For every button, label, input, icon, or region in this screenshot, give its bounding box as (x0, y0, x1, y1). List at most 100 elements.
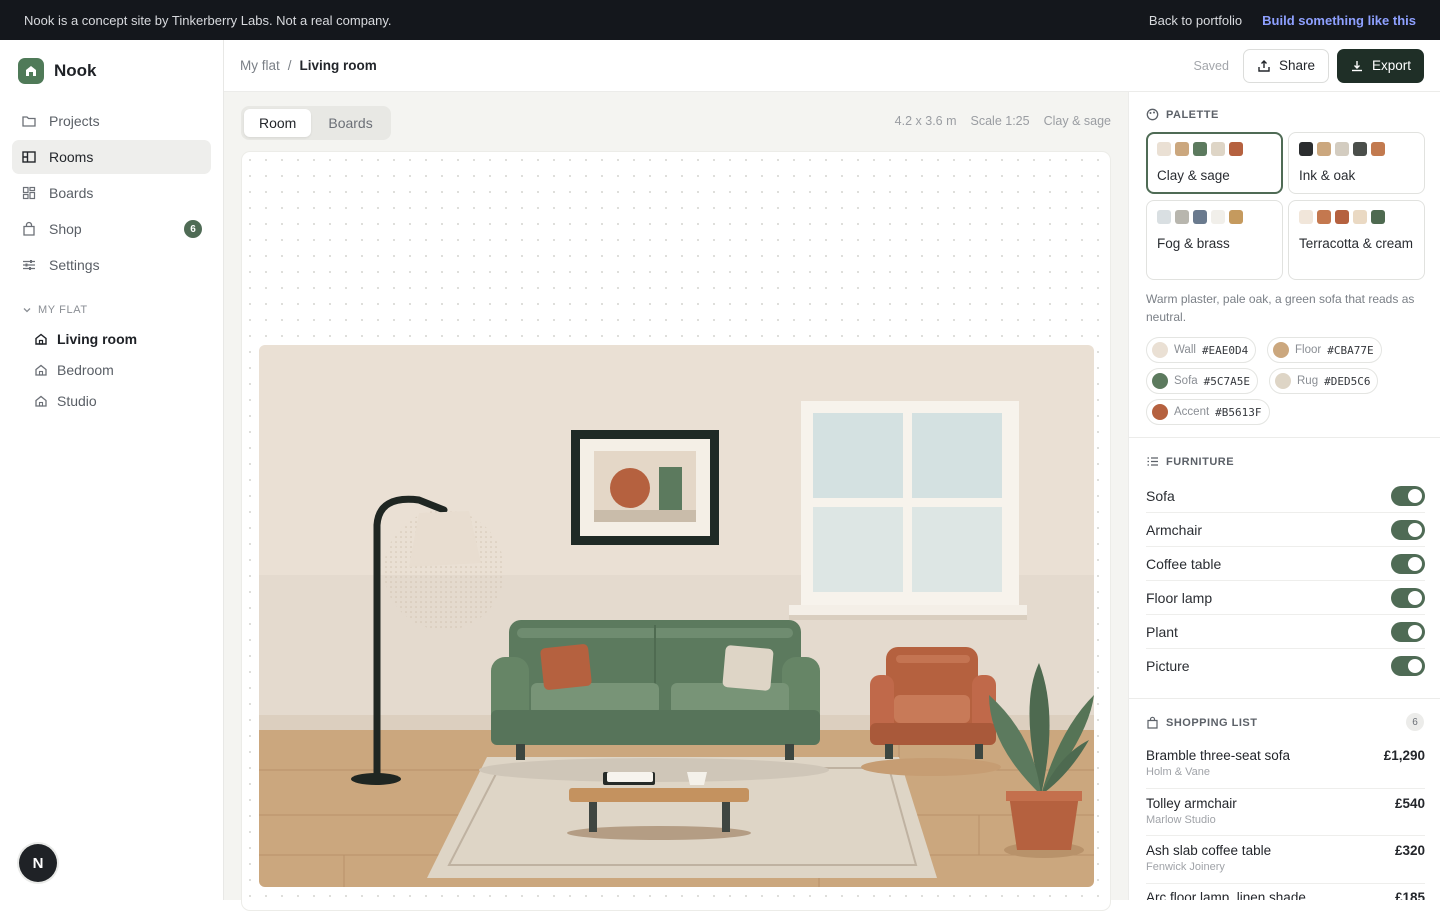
palette-color-swatch (1335, 210, 1349, 224)
swatch-chip-wall[interactable]: Wall #EAE0D4 (1146, 337, 1257, 363)
furniture-label: Sofa (1146, 487, 1175, 504)
banner-text: Nook is a concept site by Tinkerberry La… (24, 12, 392, 28)
nook-logo-icon (18, 58, 44, 84)
my-flat-section-title: MY FLAT (38, 304, 88, 316)
swatch-dot (1275, 373, 1291, 389)
furniture-row-plant: Plant (1146, 615, 1425, 649)
furniture-label: Picture (1146, 658, 1190, 674)
furniture-title: FURNITURE (1166, 455, 1235, 468)
furniture-label: Coffee table (1146, 555, 1222, 572)
nav-item-boards[interactable]: Boards (12, 176, 211, 210)
item-price: £540 (1394, 796, 1425, 811)
furniture-row-sofa: Sofa (1146, 479, 1425, 513)
armchair-toggle[interactable] (1391, 519, 1425, 540)
breadcrumb-current: Living room (299, 58, 377, 73)
palette-color-swatch (1175, 210, 1189, 224)
floor-lamp-toggle[interactable] (1391, 587, 1425, 608)
user-avatar[interactable]: N (19, 844, 57, 882)
shopping-item[interactable]: Ash slab coffee table Fenwick Joinery £3… (1146, 843, 1425, 884)
room-item-studio[interactable]: Studio (30, 385, 210, 416)
swatch-label: Wall (1174, 344, 1196, 356)
sofa (491, 620, 820, 760)
build-something-link[interactable]: Build something like this (1262, 13, 1416, 28)
tab-room[interactable]: Room (244, 109, 312, 137)
furniture-header: FURNITURE (1146, 455, 1234, 468)
room-label: Studio (57, 392, 97, 409)
palette-color-swatch (1211, 210, 1225, 224)
swatch-chip-accent[interactable]: Accent #B5613F (1146, 399, 1270, 425)
furniture-row-picture: Picture (1146, 649, 1425, 683)
export-button[interactable]: Export (1336, 48, 1424, 83)
item-price: £185 (1394, 890, 1425, 900)
home-icon (35, 333, 47, 345)
palette-color-swatch (1229, 210, 1243, 224)
swatch-chip-rug[interactable]: Rug #DED5C6 (1269, 368, 1379, 394)
palette-description: Warm plaster, pale oak, a green sofa tha… (1146, 292, 1415, 324)
room-item-living-room[interactable]: Living room (30, 323, 210, 354)
nav-label: Settings (49, 257, 100, 273)
shopping-item[interactable]: Tolley armchair Marlow Studio £540 (1146, 796, 1425, 836)
my-flat-rooms: Living room Bedroom Studio (30, 323, 210, 416)
room-item-bedroom[interactable]: Bedroom (30, 354, 210, 385)
room-scale: Scale 1:25 (970, 114, 1030, 128)
palette-title: PALETTE (1166, 108, 1219, 121)
palette-swatches (1299, 142, 1414, 156)
palette-option-fog-brass[interactable]: Fog & brass (1146, 200, 1283, 280)
divider (1129, 437, 1440, 438)
back-to-portfolio-link[interactable]: Back to portfolio (1149, 13, 1242, 28)
palette-icon (1146, 108, 1159, 121)
palette-option-ink-oak[interactable]: Ink & oak (1288, 132, 1425, 194)
inspector-panel: PALETTE Clay & sage Ink & oak Fog & bras… (1128, 92, 1440, 900)
brand[interactable]: Nook (18, 58, 97, 84)
palette-color-swatch (1299, 142, 1313, 156)
palette-color-swatch (1193, 142, 1207, 156)
swatch-chip-sofa[interactable]: Sofa #5C7A5E (1146, 368, 1259, 394)
home-icon (35, 395, 47, 407)
item-maker: Fenwick Joinery (1146, 861, 1225, 873)
palette-option-clay-sage[interactable]: Clay & sage (1146, 132, 1283, 194)
list-icon (1147, 457, 1158, 466)
sofa-toggle[interactable] (1391, 485, 1425, 506)
bag-icon (1147, 716, 1158, 729)
swatch-hex: #CBA77E (1327, 343, 1374, 357)
nav-item-shop[interactable]: Shop 6 (12, 212, 211, 246)
view-switcher: Room Boards (241, 106, 391, 140)
swatch-chip-floor[interactable]: Floor #CBA77E (1267, 337, 1382, 363)
shopping-item[interactable]: Arc floor lamp, linen shade £185 (1146, 890, 1425, 900)
nav-label: Rooms (49, 149, 94, 165)
bag-icon (23, 221, 35, 236)
share-icon (1258, 59, 1270, 72)
palette-color-swatch (1157, 142, 1171, 156)
nav-item-rooms[interactable]: Rooms (12, 140, 211, 174)
shopping-count-badge: 6 (1406, 713, 1424, 731)
picture-toggle[interactable] (1391, 656, 1425, 676)
palette-color-swatch (1211, 142, 1225, 156)
chevron-down-icon (23, 308, 31, 313)
item-name: Ash slab coffee table (1146, 843, 1272, 858)
shopping-title: SHOPPING LIST (1166, 716, 1258, 729)
item-maker: Marlow Studio (1146, 814, 1216, 826)
shopping-item[interactable]: Bramble three-seat sofa Holm & Vane £1,2… (1146, 748, 1425, 789)
plant-toggle[interactable] (1391, 621, 1425, 642)
shopping-header: SHOPPING LIST (1146, 716, 1257, 729)
folder-icon (22, 116, 36, 127)
tab-boards[interactable]: Boards (313, 109, 387, 137)
swatch-label: Accent (1174, 406, 1210, 418)
item-name: Tolley armchair (1146, 796, 1237, 811)
palette-option-terracotta-cream[interactable]: Terracotta & cream (1288, 200, 1425, 280)
share-button[interactable]: Share (1242, 48, 1329, 83)
room-label: Living room (57, 330, 138, 347)
breadcrumb-parent[interactable]: My flat (240, 58, 280, 73)
furniture-row-floor-lamp: Floor lamp (1146, 581, 1425, 615)
my-flat-section-toggle[interactable]: MY FLAT (22, 304, 88, 316)
palette-color-swatch (1317, 210, 1331, 224)
palette-swatches (1157, 210, 1272, 224)
nav-item-settings[interactable]: Settings (12, 248, 211, 282)
export-label: Export (1371, 58, 1411, 73)
palette-swatches (1299, 210, 1414, 224)
room-illustration[interactable] (259, 345, 1094, 887)
coffee-table-toggle[interactable] (1391, 553, 1425, 574)
page-header: My flat / Living room Saved Share Export (224, 40, 1440, 92)
nav-item-projects[interactable]: Projects (12, 104, 211, 138)
palette-color-swatch (1353, 142, 1367, 156)
